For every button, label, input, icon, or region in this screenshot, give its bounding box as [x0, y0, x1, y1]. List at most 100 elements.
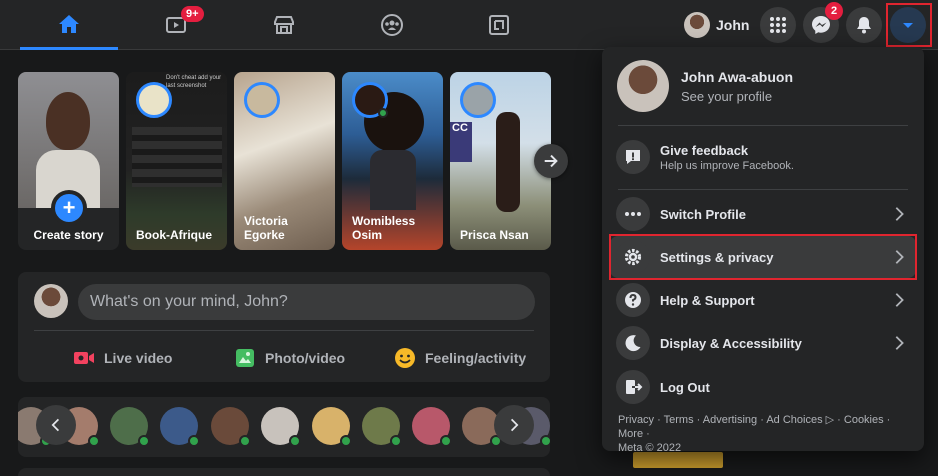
- friend-avatar[interactable]: [261, 407, 301, 447]
- chevron-right-icon: [510, 418, 519, 432]
- gaming-tab[interactable]: [450, 0, 548, 50]
- live-video-icon: [74, 352, 94, 364]
- help-support-label: Help & Support: [660, 292, 755, 308]
- plus-icon: +: [51, 190, 87, 226]
- logout-icon: [616, 370, 650, 404]
- menu-profile-name: John Awa-abuon: [681, 68, 793, 85]
- groups-icon: [381, 14, 403, 36]
- log-out-label: Log Out: [660, 379, 710, 395]
- post-composer: What's on your mind, John? Live video Ph…: [18, 272, 550, 382]
- switch-profile-item[interactable]: Switch Profile: [610, 193, 916, 235]
- chevron-right-icon: [895, 293, 904, 307]
- chevron-right-icon: [895, 207, 904, 221]
- feedback-icon: [616, 140, 650, 174]
- stories-next-button[interactable]: [534, 144, 568, 178]
- feeling-activity-button[interactable]: Feeling/activity: [393, 342, 526, 374]
- highlight-account-button: [886, 3, 932, 47]
- menu-button[interactable]: [760, 7, 796, 43]
- question-icon: [616, 283, 650, 317]
- friend-avatar[interactable]: [362, 407, 402, 447]
- online-dot: [390, 435, 402, 447]
- see-profile-item[interactable]: John Awa-abuon See your profile: [610, 55, 916, 117]
- watch-badge: 9+: [181, 6, 204, 22]
- story-screenshot: [132, 127, 222, 187]
- divider: [618, 125, 908, 126]
- grid-menu-icon: [770, 17, 786, 33]
- avatar: [617, 60, 669, 112]
- give-feedback-sub: Help us improve Facebook.: [660, 159, 794, 172]
- story-avatar: [136, 82, 172, 118]
- friends-prev-button[interactable]: [36, 405, 76, 445]
- live-video-button[interactable]: Live video: [72, 342, 172, 374]
- story-profile-photo: [18, 72, 119, 208]
- highlight-settings-privacy: [609, 234, 917, 280]
- display-accessibility-item[interactable]: Display & Accessibility: [610, 322, 916, 364]
- friend-avatar[interactable]: [412, 407, 452, 447]
- story-overlay-text: Don't cheat add your last screenshot: [166, 75, 222, 89]
- whats-on-your-mind-input[interactable]: What's on your mind, John?: [78, 284, 535, 320]
- display-accessibility-label: Display & Accessibility: [660, 335, 802, 351]
- watch-tab[interactable]: 9+: [127, 0, 225, 50]
- story-card[interactable]: Womibless Osim: [342, 72, 443, 250]
- top-navigation-bar: 9+ John 2: [0, 0, 938, 50]
- log-out-item[interactable]: Log Out: [610, 366, 916, 408]
- friend-avatar[interactable]: [160, 407, 200, 447]
- arrow-right-icon: [544, 154, 558, 168]
- moon-icon: [616, 326, 650, 360]
- home-icon: [59, 14, 79, 33]
- story-label: Womibless Osim: [352, 214, 416, 242]
- divider: [34, 330, 534, 331]
- friend-avatar[interactable]: [110, 407, 150, 447]
- story-avatar: [244, 82, 280, 118]
- story-card[interactable]: Don't cheat add your last screenshot Boo…: [126, 72, 227, 250]
- give-feedback-label: Give feedback: [660, 142, 749, 158]
- messenger-button[interactable]: 2: [803, 2, 843, 43]
- photo-video-label: Photo/video: [265, 350, 346, 366]
- story-label: Victoria Egorke: [244, 214, 288, 242]
- story-avatar: [460, 82, 496, 118]
- online-dot: [540, 435, 550, 447]
- story-card[interactable]: Victoria Egorke: [234, 72, 335, 250]
- bell-icon: [857, 17, 871, 34]
- switch-profile-label: Switch Profile: [660, 206, 746, 222]
- profile-chip[interactable]: John: [680, 8, 757, 42]
- home-tab[interactable]: [20, 0, 118, 50]
- create-story-card[interactable]: + Create story: [18, 72, 119, 250]
- friend-avatar[interactable]: [211, 407, 251, 447]
- groups-tab[interactable]: [343, 0, 441, 50]
- marketplace-icon: [274, 16, 294, 34]
- online-dot: [340, 435, 352, 447]
- avatar: [34, 284, 68, 318]
- friends-next-button[interactable]: [494, 405, 534, 445]
- help-support-item[interactable]: Help & Support: [610, 279, 916, 321]
- menu-profile-sub: See your profile: [681, 88, 773, 104]
- chevron-left-icon: [51, 418, 60, 432]
- profile-chip-name: John: [716, 17, 750, 33]
- online-dot: [289, 435, 301, 447]
- story-label: Create story: [33, 228, 104, 242]
- more-dots-icon: [616, 197, 650, 231]
- notifications-button[interactable]: [846, 7, 882, 43]
- story-person: [496, 112, 520, 212]
- footer-copyright: Meta © 2022: [618, 442, 682, 454]
- feeling-activity-label: Feeling/activity: [425, 350, 527, 366]
- give-feedback-item[interactable]: Give feedback Help us improve Facebook.: [610, 133, 916, 181]
- story-label: Prisca Nsan: [460, 228, 529, 242]
- footer-links[interactable]: Privacy · Terms · Advertising · Ad Choic…: [618, 413, 918, 441]
- gaming-icon: [489, 15, 509, 35]
- online-dot: [239, 435, 251, 447]
- story-sign: CC: [450, 122, 472, 162]
- live-video-label: Live video: [104, 350, 173, 366]
- online-dot: [138, 435, 150, 447]
- photo-video-button[interactable]: Photo/video: [233, 342, 345, 374]
- online-friends-row: [18, 397, 550, 457]
- online-dot: [88, 435, 100, 447]
- online-dot: [440, 435, 452, 447]
- friend-avatar[interactable]: [312, 407, 352, 447]
- divider: [618, 189, 908, 190]
- avatar: [684, 12, 710, 38]
- story-label: Book-Afrique: [136, 228, 212, 242]
- chevron-right-icon: [895, 336, 904, 350]
- marketplace-tab[interactable]: [235, 0, 333, 50]
- messenger-badge: 2: [825, 2, 843, 20]
